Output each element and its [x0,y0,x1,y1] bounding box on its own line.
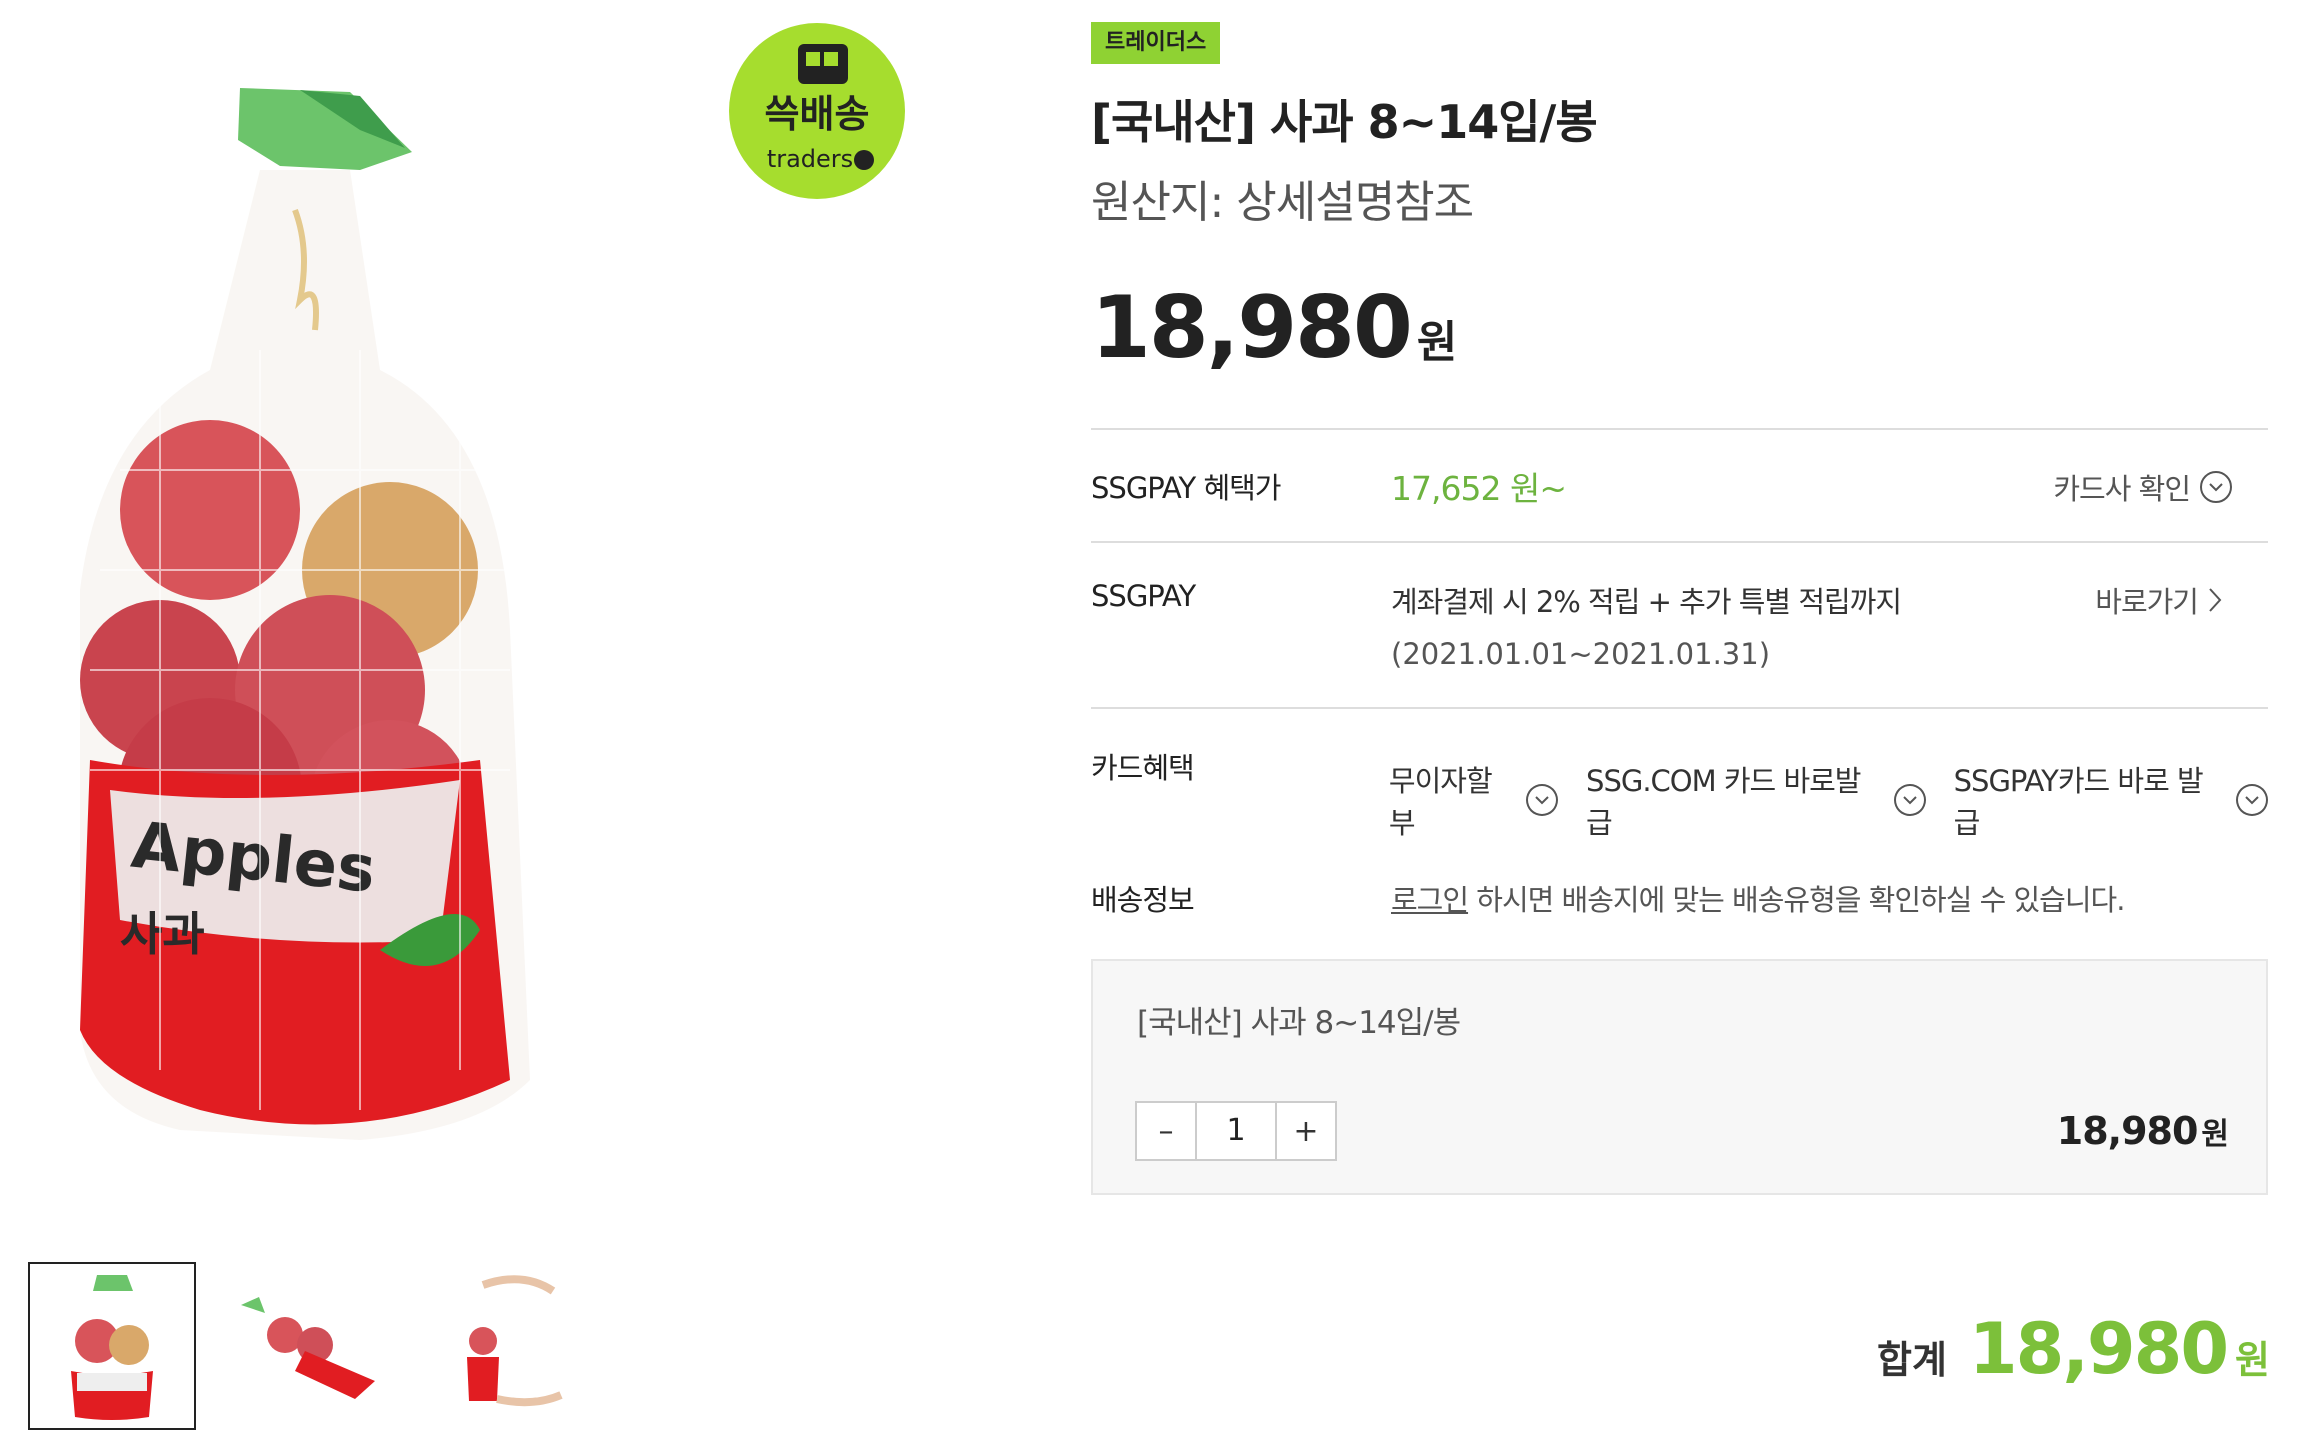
order-item-name: [국내산] 사과 8~14입/봉 [1137,1005,1461,1041]
order-item-price: 18,980 원 [2056,1109,2229,1153]
benefit-table: SSGPAY 혜택가 17,652 원~ 카드사 확인 SSGPAY 계좌결제 … [1091,428,2269,959]
card-benefit-label: 카드혜택 [1091,751,1195,785]
card-options: 무이자할부 SSG.COM 카드 바로발급 SSGPAY카드 바로 발급 [1388,745,2269,855]
ssgpay-period: (2021.01.01~2021.01.31) [1391,637,1771,671]
total-price-area: 합계 18,980 원 [1877,1308,2270,1390]
shipping-label: 배송정보 [1091,883,1195,917]
brand-badge[interactable]: 트레이더스 [1091,22,1221,64]
quantity-stepper: – 1 + [1135,1101,1337,1161]
ssgpay-desc: 계좌결제 시 2% 적립 + 추가 특별 적립까지 [1391,585,1902,619]
product-main-image: Apples 사과 [60,70,530,1160]
card-option-ssgpay-card[interactable]: SSGPAY카드 바로 발급 [1953,745,2269,855]
shipping-row: 배송정보 로그인 하시면 배송지에 맞는 배송유형을 확인하실 수 있습니다. [1091,855,2268,959]
chevron-right-icon [2209,588,2222,612]
order-item-price-value: 18,980 [2056,1109,2199,1153]
price-row: 18,980 원 [1091,278,2268,378]
thumbnail-list [28,1262,592,1430]
ssgpay-label: SSGPAY [1091,579,1196,613]
ssgpay-benefit-price: 17,652 원~ [1391,468,1567,508]
card-option-installment-label: 무이자할부 [1388,764,1493,840]
card-benefit-row: 카드혜택 무이자할부 SSG.COM 카드 바로발급 SSGPAY카드 바로 발… [1091,709,2269,855]
product-price-unit: 원 [1416,317,1458,368]
order-option-box: [국내산] 사과 8~14입/봉 – 1 + 18,980 원 [1091,959,2268,1195]
card-option-ssgpay-card-label: SSGPAY카드 바로 발급 [1953,764,2204,840]
thumbnail-side[interactable] [226,1262,394,1430]
traders-delivery-logo: 쓱배송 traders [728,22,906,200]
total-unit: 원 [2235,1338,2270,1382]
card-option-ssgcom-card-label: SSG.COM 카드 바로발급 [1586,764,1861,840]
product-price: 18,980 [1091,278,1413,378]
chevron-down-icon [2236,784,2269,816]
product-origin: 원산지: 상세설명참조 [1091,177,1474,228]
chevron-down-icon [1526,784,1559,816]
chevron-down-icon [2200,471,2232,503]
ssgpay-go-label: 바로가기 [2095,585,2199,619]
total-label: 합계 [1876,1338,1947,1382]
product-title: [국내산] 사과 8~14입/봉 [1091,95,1598,149]
ssgpay-go-button[interactable]: 바로가기 [2095,579,2222,621]
order-item-price-unit: 원 [2201,1117,2229,1152]
card-option-ssgcom-card[interactable]: SSG.COM 카드 바로발급 [1586,745,1926,855]
product-info: 트레이더스 [국내산] 사과 8~14입/봉 원산지: 상세설명참조 18,98… [1091,22,2269,1195]
ssgpay-benefit-label: SSGPAY 혜택가 [1091,470,1281,505]
card-company-check-button[interactable]: 카드사 확인 [2053,466,2232,508]
ssgpay-row: SSGPAY 계좌결제 시 2% 적립 + 추가 특별 적립까지 (2021.0… [1091,543,2268,709]
shipping-message: 로그인 하시면 배송지에 맞는 배송유형을 확인하실 수 있습니다. [1391,877,2125,959]
bag-label-ko: 사과 [120,907,205,961]
shipping-message-text: 하시면 배송지에 맞는 배송유형을 확인하실 수 있습니다. [1468,883,2125,917]
thumbnail-hand[interactable] [424,1262,592,1430]
login-link[interactable]: 로그인 [1391,883,1469,917]
logo-text-top: 쓱배송 [765,92,870,136]
quantity-decrease-button[interactable]: – [1137,1103,1195,1159]
card-company-check-label: 카드사 확인 [2053,472,2191,506]
logo-text-bottom: traders [767,145,853,173]
chevron-down-icon [1893,784,1926,816]
quantity-increase-button[interactable]: + [1277,1103,1335,1159]
thumbnail-front[interactable] [28,1262,196,1430]
card-option-installment[interactable]: 무이자할부 [1388,745,1559,855]
quantity-input[interactable]: 1 [1195,1103,1277,1159]
ssgpay-benefit-row: SSGPAY 혜택가 17,652 원~ 카드사 확인 [1091,430,2268,543]
total-price: 18,980 [1968,1308,2229,1390]
